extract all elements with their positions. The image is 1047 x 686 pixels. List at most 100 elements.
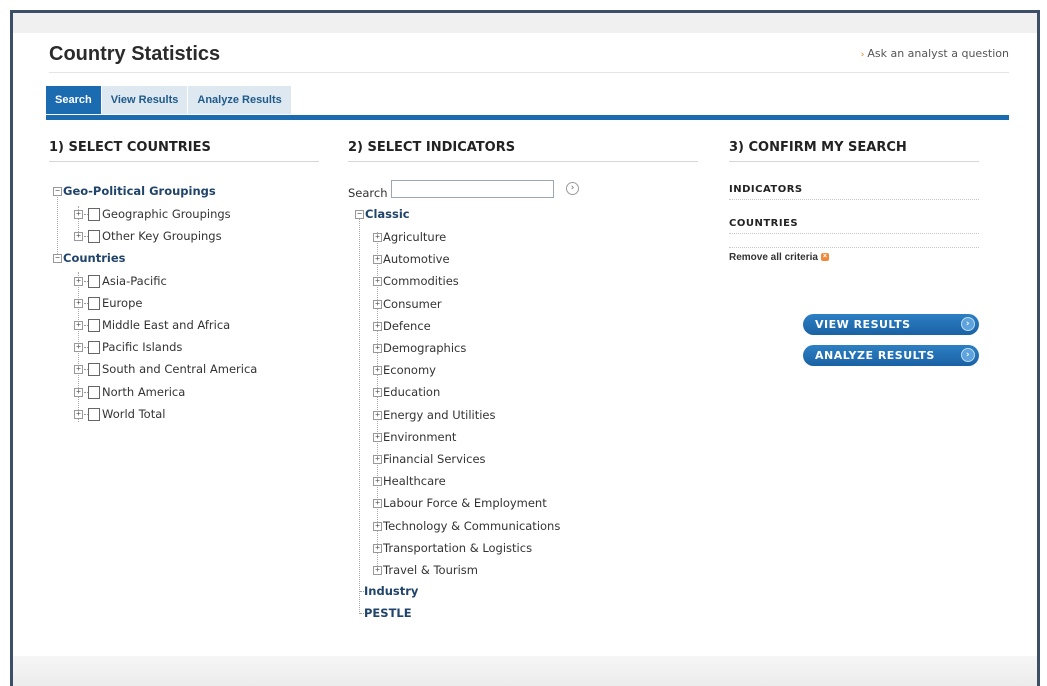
expand-icon[interactable]: + bbox=[373, 388, 382, 398]
summary-divider bbox=[729, 233, 979, 234]
checkbox[interactable] bbox=[88, 363, 100, 376]
tree-node-indicator[interactable]: + Transportation & Logistics bbox=[373, 540, 532, 556]
expand-icon[interactable]: + bbox=[373, 410, 382, 420]
expand-icon[interactable]: + bbox=[373, 255, 382, 265]
arrow-right-icon: › bbox=[961, 317, 975, 331]
arrow-icon: › bbox=[860, 50, 865, 60]
collapse-icon[interactable]: − bbox=[53, 254, 62, 263]
tree-node-pacific-islands[interactable]: + Pacific Islands bbox=[74, 339, 182, 355]
expand-icon[interactable]: + bbox=[373, 277, 382, 287]
tree-node-indicator[interactable]: + Healthcare bbox=[373, 473, 446, 489]
tree-node-south-central-america[interactable]: + South and Central America bbox=[74, 361, 257, 377]
page-title: Country Statistics bbox=[49, 43, 221, 65]
tree-node-europe[interactable]: + Europe bbox=[74, 295, 142, 311]
checkbox[interactable] bbox=[88, 230, 100, 243]
indicator-search-input[interactable] bbox=[391, 180, 554, 198]
remove-all-criteria-link[interactable]: Remove all criteria × bbox=[729, 252, 829, 263]
expand-icon[interactable]: + bbox=[373, 477, 382, 487]
expand-icon[interactable]: + bbox=[373, 566, 382, 575]
expand-icon[interactable]: + bbox=[373, 233, 382, 242]
tree-label: Classic bbox=[365, 207, 410, 221]
tree-node-indicator[interactable]: + Labour Force & Employment bbox=[373, 495, 547, 511]
remove-icon: × bbox=[820, 253, 829, 262]
tree-node-indicator[interactable]: + Agriculture bbox=[373, 229, 446, 245]
tree-node-indicator[interactable]: + Environment bbox=[373, 429, 456, 445]
expand-icon[interactable]: + bbox=[373, 321, 382, 331]
tab-strip: Search View Results Analyze Results bbox=[46, 86, 292, 116]
expand-icon[interactable]: + bbox=[74, 299, 83, 308]
tree-node-indicator[interactable]: + Defence bbox=[373, 318, 431, 334]
tree-label: Travel & Tourism bbox=[383, 563, 478, 577]
tree-label: Industry bbox=[364, 584, 419, 598]
tree-node-classic[interactable]: − Classic bbox=[355, 206, 410, 222]
countries-summary-label: COUNTRIES bbox=[729, 218, 799, 229]
tree-node-pestle[interactable]: PESTLE bbox=[360, 605, 412, 621]
analyze-results-button[interactable]: ANALYZE RESULTS › bbox=[803, 345, 979, 366]
column-divider bbox=[348, 161, 698, 162]
tree-label: World Total bbox=[102, 407, 166, 421]
expand-icon[interactable]: + bbox=[373, 499, 382, 509]
tree-node-indicator[interactable]: + Technology & Communications bbox=[373, 518, 560, 534]
tree-label: Demographics bbox=[383, 341, 467, 355]
view-results-button[interactable]: VIEW RESULTS › bbox=[803, 314, 979, 335]
expand-icon[interactable]: + bbox=[373, 366, 382, 376]
expand-icon[interactable]: + bbox=[74, 365, 83, 374]
tab-search[interactable]: Search bbox=[46, 86, 101, 114]
tree-label: Labour Force & Employment bbox=[383, 496, 547, 511]
tree-label: South and Central America bbox=[102, 362, 258, 376]
tree-node-indicator[interactable]: + Demographics bbox=[373, 340, 466, 356]
expand-icon[interactable]: + bbox=[373, 543, 382, 553]
tree-node-indicator[interactable]: + Education bbox=[373, 384, 440, 400]
tab-analyze-results[interactable]: Analyze Results bbox=[188, 86, 291, 114]
checkbox[interactable] bbox=[88, 275, 100, 288]
tree-node-indicator[interactable]: + Travel & Tourism bbox=[373, 562, 478, 578]
tree-label: Economy bbox=[383, 363, 436, 378]
tree-label: Environment bbox=[383, 429, 457, 444]
tree-node-geo-political[interactable]: − Geo-Political Groupings bbox=[53, 183, 216, 199]
tree-node-middle-east-africa[interactable]: + Middle East and Africa bbox=[74, 317, 230, 333]
tree-node-asia-pacific[interactable]: + Asia-Pacific bbox=[74, 273, 167, 289]
tree-node-indicator[interactable]: + Consumer bbox=[373, 296, 442, 312]
checkbox[interactable] bbox=[88, 386, 100, 399]
expand-icon[interactable]: + bbox=[74, 210, 83, 219]
ask-analyst-link[interactable]: › Ask an analyst a question bbox=[861, 47, 1009, 60]
tree-node-industry[interactable]: Industry bbox=[360, 583, 418, 599]
checkbox[interactable] bbox=[88, 297, 100, 310]
expand-icon[interactable]: + bbox=[373, 455, 382, 464]
expand-icon[interactable]: + bbox=[373, 521, 382, 531]
tree-node-indicator[interactable]: + Commodities bbox=[373, 273, 459, 289]
collapse-icon[interactable]: − bbox=[355, 210, 364, 219]
tree-node-indicator[interactable]: + Financial Services bbox=[373, 451, 486, 467]
tab-view-results[interactable]: View Results bbox=[101, 86, 188, 114]
checkbox[interactable] bbox=[88, 208, 100, 221]
collapse-icon[interactable]: − bbox=[53, 187, 62, 196]
tree-node-geographic-groupings[interactable]: + Geographic Groupings bbox=[74, 206, 231, 222]
expand-icon[interactable]: + bbox=[74, 410, 83, 419]
expand-icon[interactable]: + bbox=[74, 277, 83, 286]
expand-icon[interactable]: + bbox=[373, 344, 382, 353]
search-go-icon[interactable]: › bbox=[566, 182, 579, 195]
bottom-band bbox=[13, 656, 1037, 686]
expand-icon[interactable]: + bbox=[373, 432, 382, 442]
view-results-label: VIEW RESULTS bbox=[815, 318, 911, 331]
checkbox[interactable] bbox=[88, 319, 100, 332]
checkbox[interactable] bbox=[88, 408, 100, 421]
expand-icon[interactable]: + bbox=[373, 299, 382, 309]
tree-label: Pacific Islands bbox=[102, 340, 183, 354]
tree-label: Energy and Utilities bbox=[383, 407, 496, 422]
tree-node-world-total[interactable]: + World Total bbox=[74, 406, 165, 422]
tree-node-indicator[interactable]: + Economy bbox=[373, 362, 436, 378]
tree-node-countries[interactable]: − Countries bbox=[53, 250, 125, 266]
tree-node-indicator[interactable]: + Automotive bbox=[373, 251, 450, 267]
expand-icon[interactable]: + bbox=[74, 343, 83, 352]
tree-label: Asia-Pacific bbox=[102, 274, 167, 288]
tree-node-indicator[interactable]: + Energy and Utilities bbox=[373, 407, 496, 423]
tree-node-north-america[interactable]: + North America bbox=[74, 384, 185, 400]
expand-icon[interactable]: + bbox=[74, 321, 83, 330]
checkbox[interactable] bbox=[88, 341, 100, 354]
tree-node-other-key-groupings[interactable]: + Other Key Groupings bbox=[74, 228, 222, 244]
tree-label: Technology & Communications bbox=[383, 518, 561, 533]
analyze-results-label: ANALYZE RESULTS bbox=[815, 349, 935, 362]
expand-icon[interactable]: + bbox=[74, 388, 83, 397]
expand-icon[interactable]: + bbox=[74, 232, 83, 241]
